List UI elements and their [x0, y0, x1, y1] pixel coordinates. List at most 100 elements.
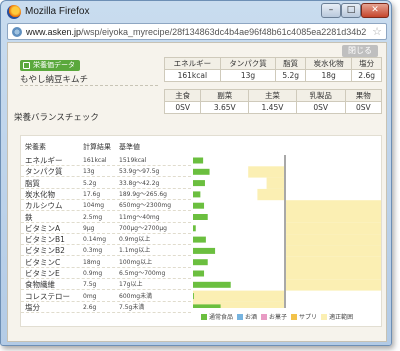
food-group-summary-table: 主食 副菜 主菜 乳製品 果物 0SV 3.65V 1.45V 0SV 0SV — [163, 89, 383, 114]
header-nutrient: 栄養素 — [25, 143, 46, 151]
balance-check-title: 栄養バランスチェック — [14, 113, 99, 123]
nutrient-name: 炭水化物 — [25, 189, 55, 199]
bar-13 — [193, 293, 194, 300]
nutrient-row: タンパク質 13g 53.9g〜97.5g — [21, 166, 191, 178]
nutrient-row: 食物繊維 7.5g 17g以上 — [21, 279, 191, 291]
url-host: www.asken.jp — [26, 27, 82, 37]
legend-label: サプリ — [299, 314, 318, 321]
appropriate-range — [285, 200, 381, 212]
summary-value-cell: 0SV — [163, 101, 202, 114]
nutrient-result: 18mg — [83, 258, 101, 266]
nutrient-result: 13g — [83, 168, 95, 176]
nutrient-standard: 100mg以上 — [119, 258, 153, 266]
summary-header-cell: 乳製品 — [295, 89, 346, 102]
summary-header-cell: 脂質 — [275, 57, 306, 70]
badge-label: 栄養価データ — [33, 61, 75, 69]
bar-chart — [191, 136, 381, 308]
nutrient-row: ビタミンA 9μg 700μg〜2700μg — [21, 223, 191, 234]
nutrient-standard: 189.9g〜265.6g — [119, 190, 167, 198]
summary-header-cell: タンパク質 — [219, 57, 277, 70]
summary-value-cell: 13g — [219, 69, 277, 82]
nutrient-summary-table: エネルギー タンパク質 脂質 炭水化物 塩分 161kcal 13g 5.2g 18g 2.6g — [164, 57, 382, 82]
legend-swatch — [201, 314, 207, 320]
nutrient-result: 2.5mg — [83, 213, 103, 221]
nutrient-row: 塩分 2.6g 7.5g未満 — [21, 302, 191, 313]
nutrient-result: 2.6g — [83, 303, 97, 311]
nutrient-name: ビタミンC — [25, 257, 61, 267]
nutrient-result: 0mg — [83, 292, 97, 300]
nutrient-row: カルシウム 104mg 650mg〜2300mg — [21, 200, 191, 212]
nutrient-row: 炭水化物 17.6g 189.9g〜265.6g — [21, 189, 191, 200]
summary-value-cell: 18g — [304, 69, 353, 82]
nutrient-row: ビタミンB2 0.3mg 1.1mg以上 — [21, 245, 191, 257]
appropriate-range — [266, 177, 285, 189]
nutrient-name: ビタミンB1 — [25, 235, 65, 245]
title-bar[interactable]: Mozilla Firefox – □ ✕ — [1, 1, 391, 23]
summary-value-cell: 5.2g — [275, 69, 306, 82]
appropriate-range — [257, 188, 285, 201]
bar-14 — [193, 304, 221, 308]
nutrition-data-badge: 栄養価データ — [20, 60, 80, 71]
food-name: もやし納豆キムチ — [20, 75, 89, 85]
legend-swatch — [321, 314, 328, 320]
summary-header-cell: エネルギー — [164, 57, 221, 70]
maximize-button[interactable]: □ — [341, 3, 361, 18]
nutrient-result: 17.6g — [83, 190, 101, 198]
nutrient-result: 0.3mg — [83, 247, 103, 255]
legend-swatch — [291, 314, 298, 320]
nutrient-name: ビタミンA — [25, 223, 61, 233]
url-path: /wsp/eiyoka_myrecipe/28f134863dc4b4ae96f… — [81, 27, 367, 37]
legend-label: 適正範囲 — [329, 314, 354, 321]
nutrient-standard: 7.5g未満 — [119, 303, 145, 311]
browser-window: Mozilla Firefox – □ ✕ www.asken.jp/wsp/e… — [0, 0, 392, 346]
close-window-button[interactable]: ✕ — [361, 3, 389, 18]
nutrient-standard: 0.9mg以上 — [119, 236, 151, 244]
appropriate-range — [285, 245, 381, 257]
appropriate-range — [285, 222, 381, 235]
nutrient-standard: 53.9g〜97.5g — [119, 168, 160, 176]
nutrient-standard: 700μg〜2700μg — [119, 224, 167, 232]
appropriate-range — [285, 279, 381, 291]
nutrient-result: 0.14mg — [83, 236, 107, 244]
minimize-button[interactable]: – — [321, 3, 341, 18]
nutrient-row: ビタミンB1 0.14mg 0.9mg以上 — [21, 234, 191, 246]
bar-4 — [193, 191, 201, 198]
nutrient-name: 鉄 — [25, 212, 33, 222]
nutrient-standard: 6.5mg〜700mg — [119, 270, 166, 277]
nutrient-standard: 33.8g〜42.2g — [119, 179, 160, 187]
nutrient-name: タンパク質 — [25, 167, 63, 177]
summary-header-cell: 主菜 — [248, 89, 297, 102]
bar-2 — [193, 168, 210, 175]
nutrient-name: 脂質 — [25, 178, 40, 188]
nutrient-row: 鉄 2.5mg 11mg〜40mg — [21, 212, 191, 223]
url-text[interactable]: www.asken.jp/wsp/eiyoka_myrecipe/28f1348… — [26, 27, 366, 37]
nutrient-result: 5.2g — [83, 179, 97, 187]
close-button[interactable]: 閉じる — [342, 45, 378, 57]
summary-value-cell: 1.45V — [248, 101, 297, 114]
appropriate-range — [193, 290, 285, 302]
nutrient-standard: 17g以上 — [119, 281, 143, 289]
bar-5 — [193, 202, 205, 209]
nutrient-name: ビタミンE — [25, 269, 60, 278]
summary-header-cell: 塩分 — [351, 57, 382, 70]
bookmark-star-icon[interactable]: ☆ — [372, 25, 382, 38]
nutrient-result: 9μg — [83, 224, 95, 232]
window-title: Mozilla Firefox — [25, 6, 90, 17]
nutrient-standard: 11mg〜40mg — [119, 213, 160, 221]
site-identity-icon[interactable] — [12, 27, 22, 37]
page-content: 閉じる 栄養価データ もやし納豆キムチ エネルギー タンパク質 脂質 炭水化物 塩分 1… — [7, 42, 387, 342]
summary-header-cell: 果物 — [344, 89, 383, 102]
nutrient-result: 161kcal — [83, 157, 107, 164]
header-standard: 基準値 — [119, 143, 140, 151]
bar-1 — [193, 157, 204, 164]
nutrient-name: カルシウム — [25, 201, 63, 211]
nutrient-name: ビタミンB2 — [25, 246, 65, 256]
appropriate-range — [285, 211, 381, 223]
bar-chart-svg — [193, 155, 381, 308]
legend-label: 通常食品 — [209, 314, 234, 321]
address-bar[interactable]: www.asken.jp/wsp/eiyoka_myrecipe/28f1348… — [7, 23, 387, 40]
bar-8 — [193, 236, 206, 243]
balance-header-row: 栄養素 計算結果 基準値 — [21, 142, 191, 154]
legend-swatch — [237, 314, 244, 320]
nutrient-name: コレステロー — [25, 291, 70, 301]
